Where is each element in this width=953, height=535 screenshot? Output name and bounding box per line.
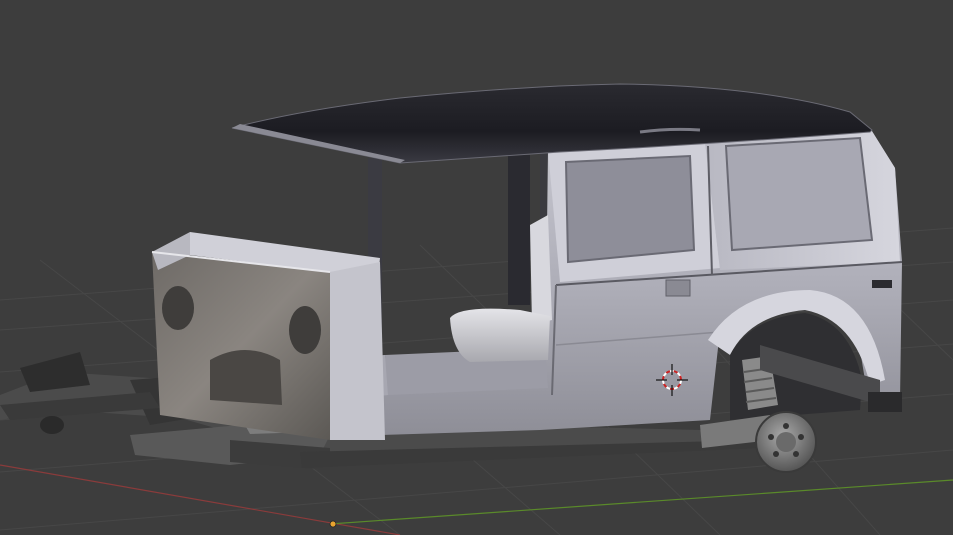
y-axis-line [329, 479, 953, 525]
door-handle [665, 279, 691, 297]
rear-handle [872, 280, 892, 288]
front-door-window [564, 154, 696, 264]
3d-viewport[interactable] [0, 0, 953, 535]
rear-brake-hub [755, 411, 817, 473]
jeep-model[interactable] [0, 83, 903, 473]
roof-post-mid [508, 155, 530, 305]
rear-side-window [724, 136, 874, 252]
object-origin-icon [329, 520, 337, 528]
firewall [151, 232, 385, 440]
